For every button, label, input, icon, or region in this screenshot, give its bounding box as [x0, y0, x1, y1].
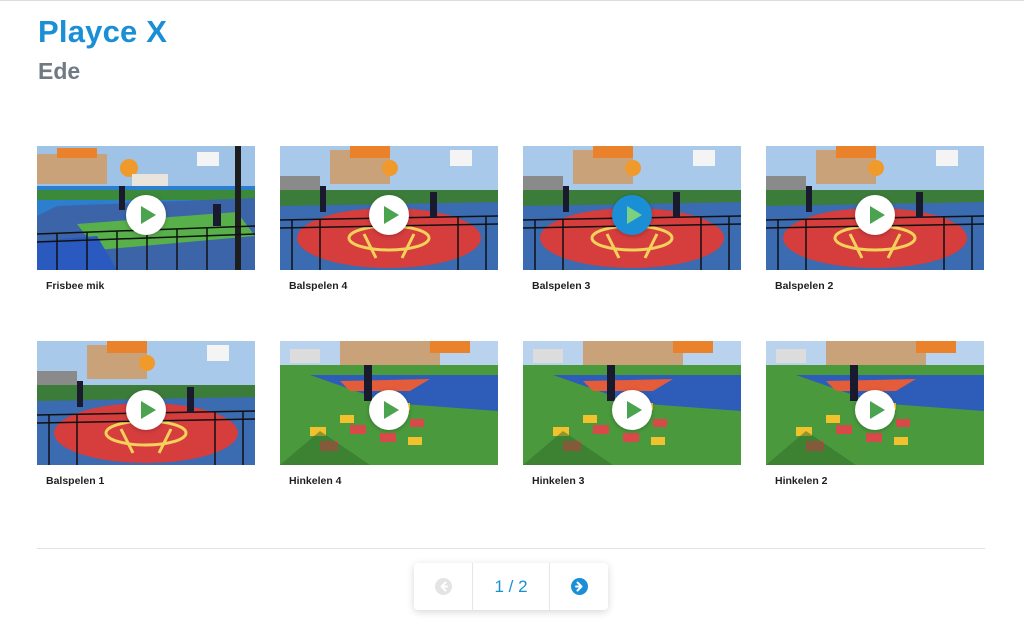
video-thumbnail[interactable]	[766, 146, 984, 270]
video-title[interactable]: Balspelen 1	[46, 475, 104, 487]
play-triangle-icon	[870, 401, 885, 419]
play-icon[interactable]	[369, 390, 409, 430]
play-icon[interactable]	[612, 390, 652, 430]
video-card[interactable]: Frisbee mik	[37, 146, 255, 306]
video-card[interactable]: Hinkelen 3	[523, 341, 741, 501]
video-thumbnail[interactable]	[37, 341, 255, 465]
video-title[interactable]: Hinkelen 2	[775, 475, 828, 487]
video-thumbnail[interactable]	[523, 146, 741, 270]
video-title[interactable]: Hinkelen 3	[532, 475, 585, 487]
play-triangle-icon	[384, 206, 399, 224]
video-card[interactable]: Balspelen 4	[280, 146, 498, 306]
video-thumbnail[interactable]	[280, 146, 498, 270]
arrow-right-circle-icon	[571, 578, 588, 595]
play-triangle-icon	[870, 206, 885, 224]
video-title[interactable]: Balspelen 4	[289, 280, 347, 292]
video-card[interactable]: Hinkelen 4	[280, 341, 498, 501]
divider	[37, 548, 985, 549]
page-indicator: 1 / 2	[472, 563, 550, 610]
video-card[interactable]: Hinkelen 2	[766, 341, 984, 501]
play-triangle-icon	[384, 401, 399, 419]
play-icon[interactable]	[612, 195, 652, 235]
video-card[interactable]: Balspelen 2	[766, 146, 984, 306]
play-icon[interactable]	[855, 195, 895, 235]
arrow-left-circle-icon	[435, 578, 452, 595]
play-triangle-icon	[627, 401, 642, 419]
next-page-button[interactable]	[550, 563, 608, 610]
video-thumbnail[interactable]	[280, 341, 498, 465]
video-title[interactable]: Balspelen 2	[775, 280, 833, 292]
video-thumbnail[interactable]	[766, 341, 984, 465]
previous-page-button[interactable]	[414, 563, 472, 610]
play-icon[interactable]	[369, 195, 409, 235]
play-icon[interactable]	[126, 195, 166, 235]
play-triangle-icon	[627, 206, 642, 224]
video-thumbnail[interactable]	[523, 341, 741, 465]
video-title[interactable]: Hinkelen 4	[289, 475, 342, 487]
play-triangle-icon	[141, 206, 156, 224]
pagination: 1 / 2	[414, 563, 608, 610]
play-icon[interactable]	[855, 390, 895, 430]
video-card[interactable]: Balspelen 3	[523, 146, 741, 306]
video-title[interactable]: Frisbee mik	[46, 280, 104, 292]
page-title: Playce X	[38, 14, 168, 49]
top-border	[0, 0, 1024, 1]
video-card[interactable]: Balspelen 1	[37, 341, 255, 501]
play-icon[interactable]	[126, 390, 166, 430]
video-thumbnail[interactable]	[37, 146, 255, 270]
location-subtitle: Ede	[38, 58, 81, 84]
play-triangle-icon	[141, 401, 156, 419]
video-title[interactable]: Balspelen 3	[532, 280, 590, 292]
